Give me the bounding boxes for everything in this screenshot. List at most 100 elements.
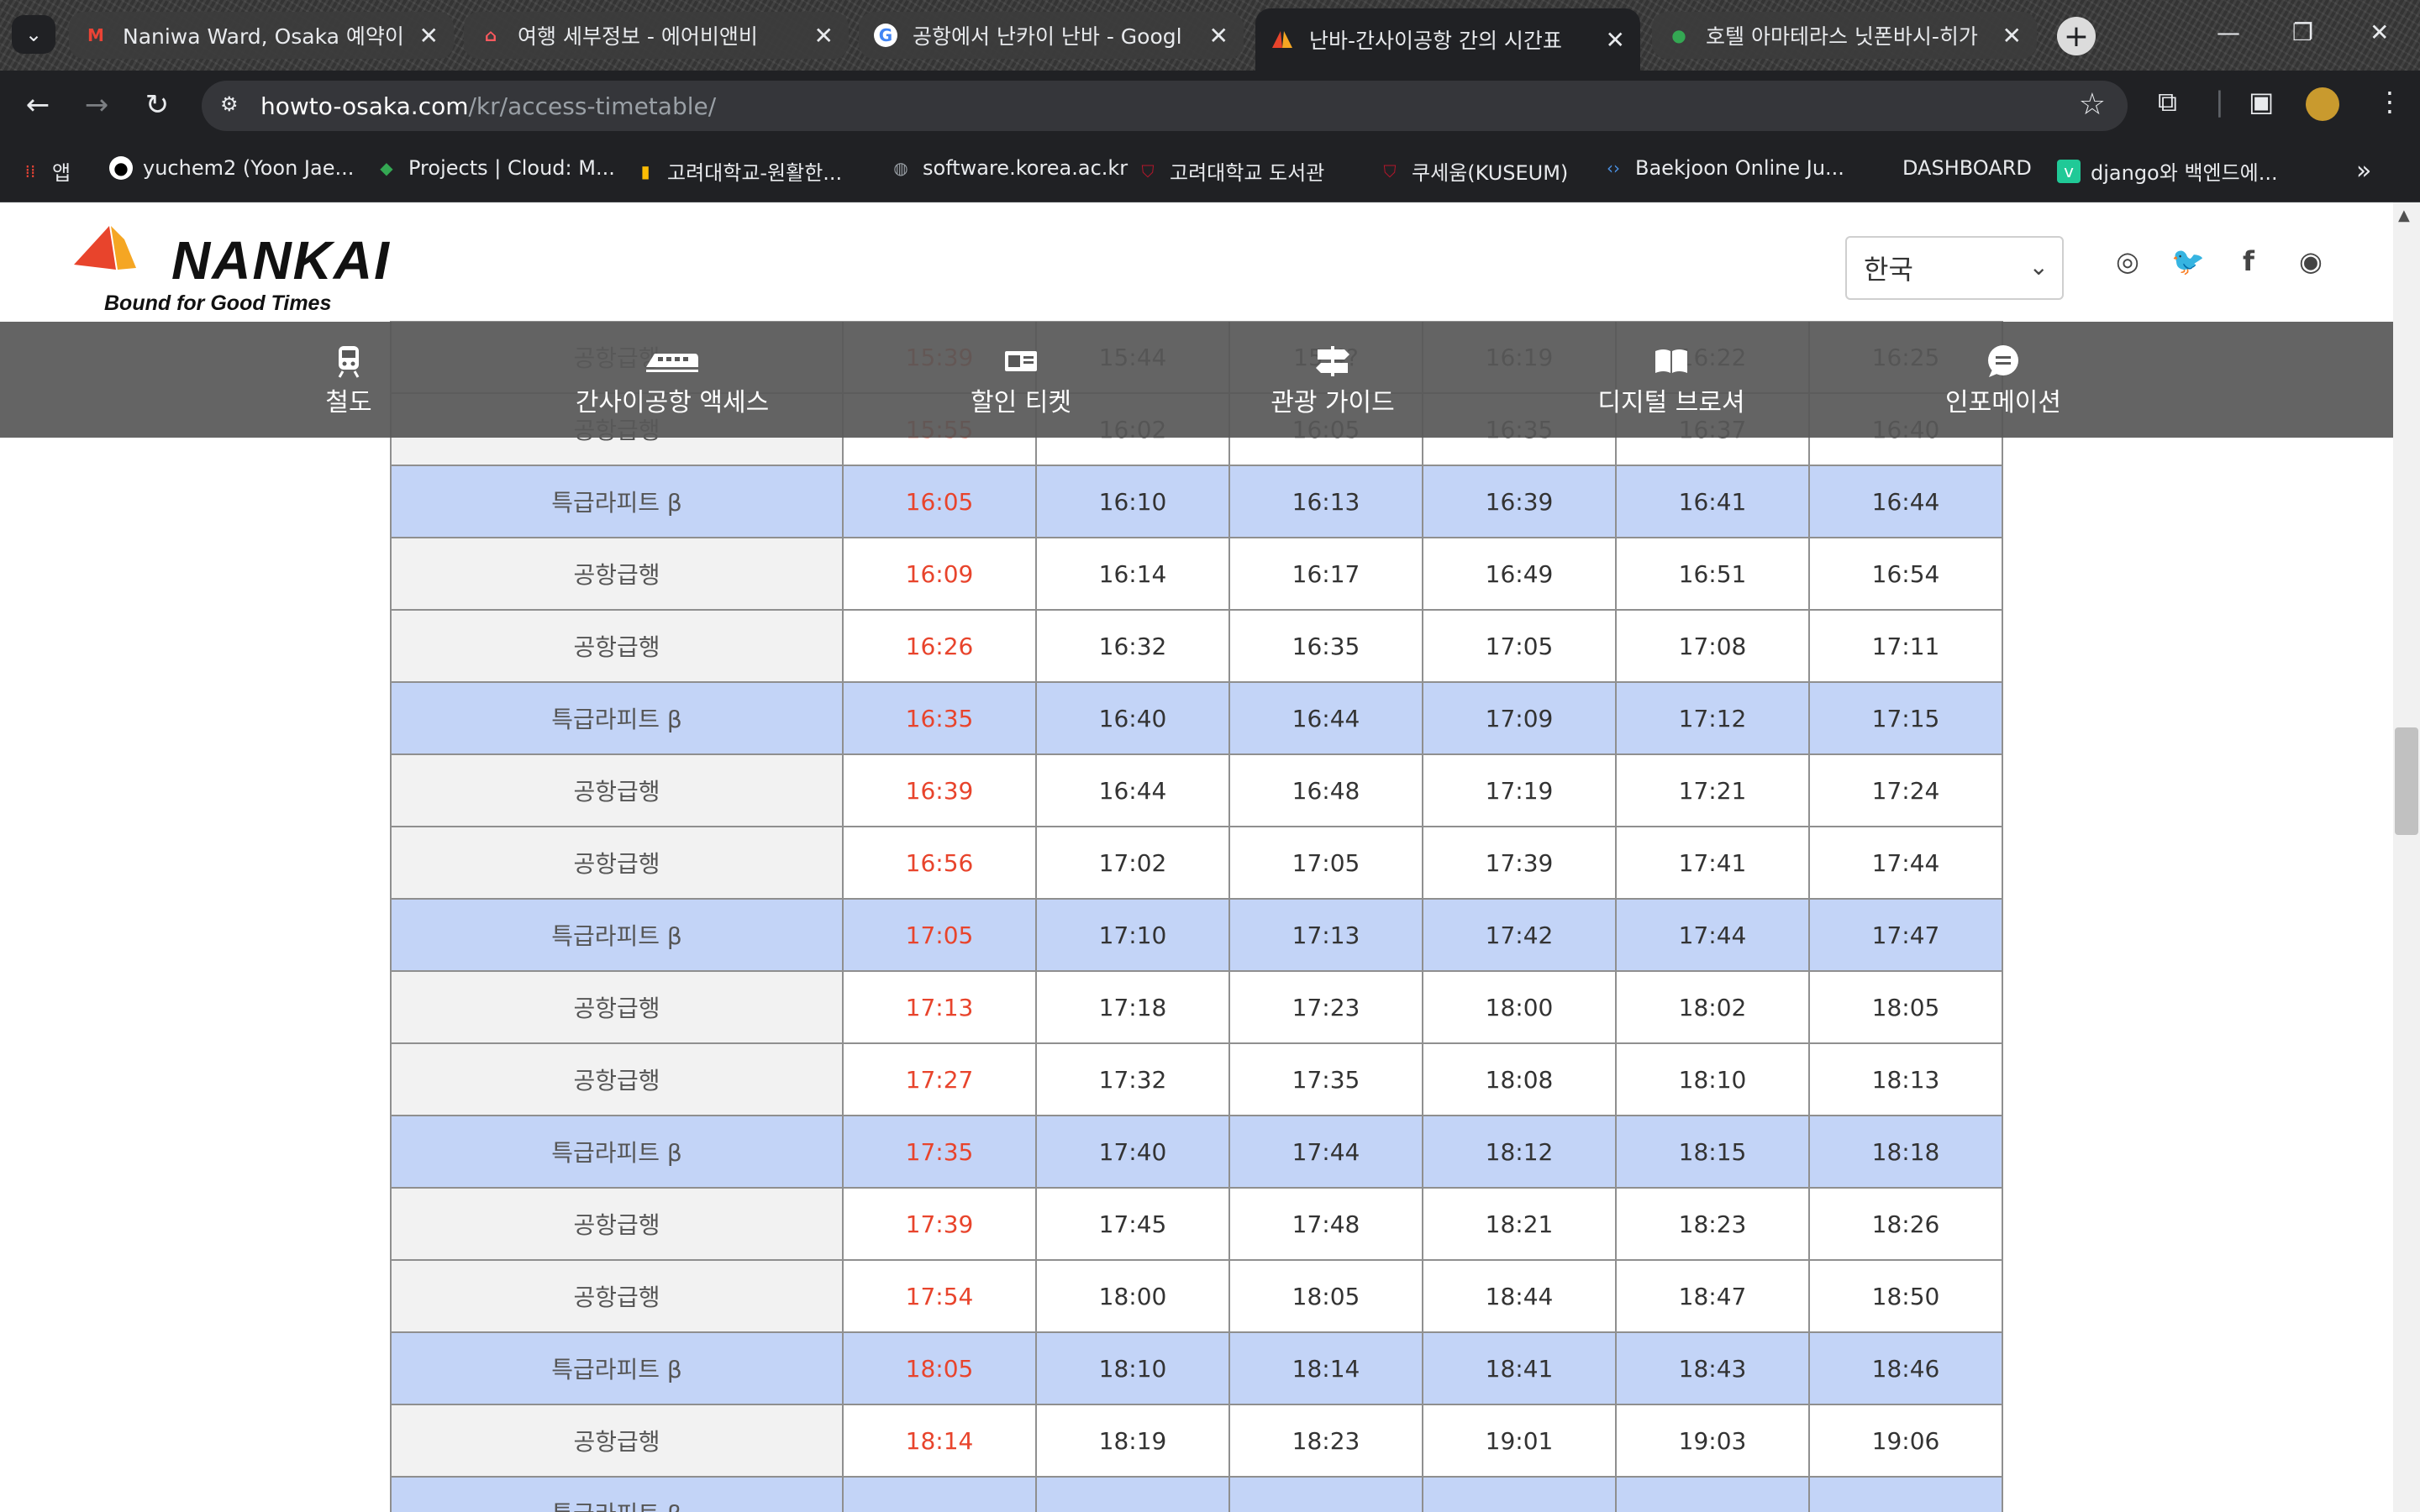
scrollbar-thumb[interactable] [2395, 727, 2418, 835]
page-scrollbar[interactable] [2393, 202, 2420, 1512]
bookmarks-overflow-icon[interactable]: » [2356, 156, 2371, 186]
extensions-icon[interactable]: ⧉ [2158, 86, 2177, 118]
time-cell: 17:08 [1615, 609, 1810, 683]
timetable-row: 공항급행 17:39 17:45 17:48 18:21 18:23 18:26 [390, 1187, 2003, 1261]
bookmark-item[interactable]: ‹› Baekjoon Online Ju... [1602, 156, 1844, 180]
departure-time-cell: 17:39 [842, 1187, 1037, 1261]
site-info-icon[interactable]: ⚙ [220, 92, 247, 119]
timetable-row-rapit: 특급라피트 β [390, 1476, 2003, 1512]
time-cell: 16:44 [1035, 753, 1230, 827]
time-cell: 16:44 [1808, 465, 2003, 538]
bookmark-item[interactable]: ● yuchem2 (Yoon Jae... [109, 156, 354, 180]
time-cell: 16:44 [1228, 681, 1423, 755]
close-icon[interactable]: ✕ [419, 22, 439, 50]
forward-icon[interactable]: → [76, 84, 118, 126]
nav-discount-tickets[interactable]: 할인 티켓 [950, 322, 1092, 438]
instagram-icon[interactable]: ◎ [2111, 244, 2144, 278]
timetable-row: 공항급행 16:56 17:02 17:05 17:39 17:41 17:44 [390, 826, 2003, 900]
bookmark-item[interactable]: ▮ 고려대학교-원활한... [634, 156, 842, 186]
time-cell: 17:05 [1422, 609, 1617, 683]
facebook-icon[interactable]: f [2232, 244, 2265, 278]
profile-avatar[interactable] [2306, 87, 2339, 121]
address-bar[interactable]: ⚙ howto-osaka.com/kr/access-timetable/ ☆ [202, 81, 2128, 131]
nav-digital-brochure[interactable]: 디지털 브로셔 [1575, 322, 1768, 438]
time-cell: 16:32 [1035, 609, 1230, 683]
language-select[interactable]: 한국 ⌄ [1845, 236, 2064, 300]
departure-time-cell: 17:35 [842, 1115, 1037, 1189]
back-icon[interactable]: ← [17, 84, 59, 126]
minimize-icon[interactable]: — [2217, 18, 2240, 46]
time-cell: 18:10 [1035, 1331, 1230, 1405]
twitter-icon[interactable]: 🐦 [2171, 244, 2205, 278]
bookmark-item[interactable]: ◆ Projects | Cloud: M... [375, 156, 615, 180]
time-cell: 17:44 [1228, 1115, 1423, 1189]
time-cell: 18:41 [1422, 1331, 1617, 1405]
time-cell: 18:21 [1422, 1187, 1617, 1261]
scroll-up-arrow-icon[interactable]: ▲ [2398, 207, 2410, 224]
limited-express-icon [644, 341, 700, 381]
bookmark-item[interactable]: ⛉ 쿠세움(KUSEUM) [1378, 156, 1569, 186]
bookmark-item[interactable]: v django와 백엔드에... [2057, 156, 2278, 186]
nav-information[interactable]: 인포메이션 [1928, 322, 2079, 438]
time-cell: 18:10 [1615, 1042, 1810, 1116]
bookmark-star-icon[interactable]: ☆ [2079, 87, 2106, 122]
chevron-down-icon: ⌄ [24, 23, 43, 46]
timetable-row: 공항급행 16:26 16:32 16:35 17:05 17:08 17:11 [390, 609, 2003, 683]
browser-tab[interactable]: M Naniwa Ward, Osaka 예약이 확 ✕ [69, 12, 454, 59]
timetable-row-rapit: 특급라피트 β 16:05 16:10 16:13 16:39 16:41 16:44 [390, 465, 2003, 538]
logo-tagline: Bound for Good Times [104, 291, 332, 315]
page-viewport: 공항급행15:3915:4415:4?16:1916:2216:25공항급행15… [0, 202, 2393, 1512]
nav-label: 철도 [325, 388, 372, 417]
close-icon[interactable]: ✕ [814, 22, 834, 50]
bookmark-item[interactable]: DASHBOARD [1902, 156, 2032, 180]
time-cell: 17:12 [1615, 681, 1810, 755]
browser-tab[interactable]: ⌂ 여행 세부정보 - 에어비앤비 ✕ [464, 12, 849, 59]
signpost-icon [1314, 341, 1351, 381]
departure-time-cell: 17:54 [842, 1259, 1037, 1333]
train-type-cell: 공항급행 [390, 609, 844, 683]
bookmark-item[interactable]: ⁞⁞ 앱 [18, 156, 71, 186]
close-icon[interactable]: ✕ [1209, 22, 1228, 50]
time-cell: 18:26 [1808, 1187, 2003, 1261]
menu-kebab-icon[interactable]: ⋮ [2376, 86, 2403, 118]
close-icon[interactable]: ✕ [1606, 26, 1625, 54]
time-cell: 16:49 [1422, 537, 1617, 611]
time-cell: 17:23 [1228, 970, 1423, 1044]
chevron-down-icon: ⌄ [2028, 253, 2049, 281]
nankai-logo[interactable]: NANKAI Bound for Good Times [72, 214, 389, 315]
tab-title: 여행 세부정보 - 에어비앤비 [518, 24, 758, 49]
bookmark-label: DASHBOARD [1902, 156, 2032, 180]
departure-time-cell: 16:09 [842, 537, 1037, 611]
nav-airport-access[interactable]: 간사이공항 액세스 [538, 322, 807, 438]
bookmark-item[interactable]: ◍ software.korea.ac.kr [889, 156, 1128, 180]
nav-tourism-guide[interactable]: 관광 가이드 [1249, 322, 1417, 438]
train-type-cell: 공항급행 [390, 1042, 844, 1116]
time-cell: 16:14 [1035, 537, 1230, 611]
restore-icon[interactable]: ❐ [2292, 18, 2313, 46]
bookmark-label: software.korea.ac.kr [923, 156, 1128, 180]
crest-icon: ⛉ [1383, 160, 1397, 181]
time-cell: 16:48 [1228, 753, 1423, 827]
close-icon[interactable]: ✕ [2002, 22, 2022, 50]
side-panel-icon[interactable]: ▣ [2249, 86, 2274, 118]
language-value: 한국 [1864, 254, 1913, 286]
train-type-cell: 특급라피트 β [390, 681, 844, 755]
reload-icon[interactable]: ↻ [136, 84, 178, 126]
close-window-icon[interactable]: ✕ [2370, 18, 2389, 46]
nav-label: 간사이공항 액세스 [575, 388, 770, 417]
time-cell: 17:41 [1615, 826, 1810, 900]
train-type-cell: 공항급행 [390, 1187, 844, 1261]
train-type-cell: 공항급행 [390, 753, 844, 827]
apps-grid-icon: ⁞⁞ [24, 160, 36, 181]
browser-tab-active[interactable]: 난바-간사이공항 간의 시간표 ✕ [1255, 8, 1640, 71]
tab-search-button[interactable]: ⌄ [12, 15, 55, 54]
browser-tab[interactable]: G 공항에서 난카이 난바 - Googl ✕ [859, 12, 1244, 59]
time-cell: 16:17 [1228, 537, 1423, 611]
time-cell: 18:15 [1615, 1115, 1810, 1189]
bookmark-item[interactable]: ⛉ 고려대학교 도서관 [1136, 156, 1325, 186]
new-tab-button[interactable]: + [2057, 17, 2096, 55]
nav-railway[interactable]: 철도 [277, 322, 420, 438]
weibo-icon[interactable]: ◉ [2294, 244, 2328, 278]
time-cell: 16:54 [1808, 537, 2003, 611]
browser-tab[interactable]: ● 호텔 아마테라스 닛폰바시-히가 ✕ [1652, 12, 2037, 59]
